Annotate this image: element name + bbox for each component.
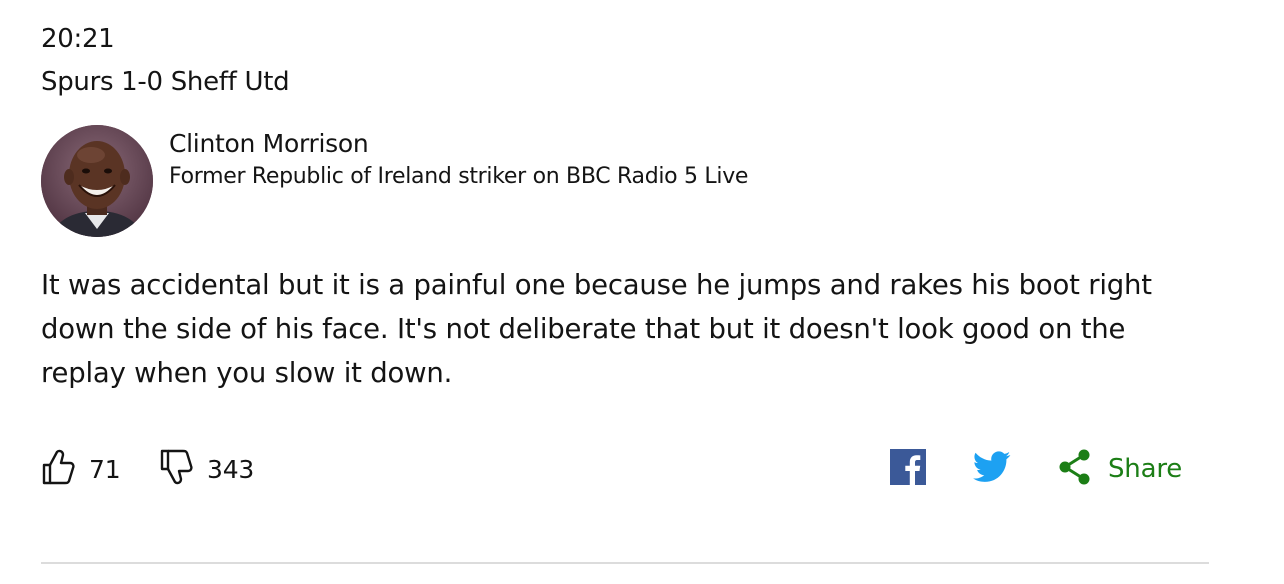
thumbs-up-icon bbox=[41, 448, 75, 490]
post-actions: 71 343 Share bbox=[41, 445, 1209, 493]
facebook-share-button[interactable] bbox=[890, 445, 926, 493]
share-button[interactable]: Share bbox=[1057, 445, 1182, 493]
thumbs-down-icon bbox=[159, 448, 193, 490]
post-quote: It was accidental but it is a painful on… bbox=[41, 269, 1152, 389]
post-divider bbox=[41, 562, 1209, 564]
post-time: 20:21 bbox=[41, 24, 115, 54]
like-button[interactable]: 71 bbox=[41, 445, 121, 493]
contributor: Clinton Morrison Former Republic of Irel… bbox=[41, 125, 941, 237]
share-label: Share bbox=[1108, 454, 1183, 484]
contributor-avatar bbox=[41, 125, 153, 237]
avatar-photo bbox=[41, 125, 153, 237]
contributor-name: Clinton Morrison bbox=[169, 129, 369, 158]
facebook-icon bbox=[890, 449, 926, 489]
like-count: 71 bbox=[89, 454, 121, 484]
twitter-share-button[interactable] bbox=[973, 445, 1011, 493]
twitter-icon bbox=[973, 451, 1011, 487]
contributor-role: Former Republic of Ireland striker on BB… bbox=[169, 164, 749, 189]
share-icon bbox=[1057, 448, 1093, 490]
dislike-count: 343 bbox=[207, 454, 255, 484]
dislike-button[interactable]: 343 bbox=[159, 445, 254, 493]
post-title: Spurs 1-0 Sheff Utd bbox=[41, 67, 290, 97]
